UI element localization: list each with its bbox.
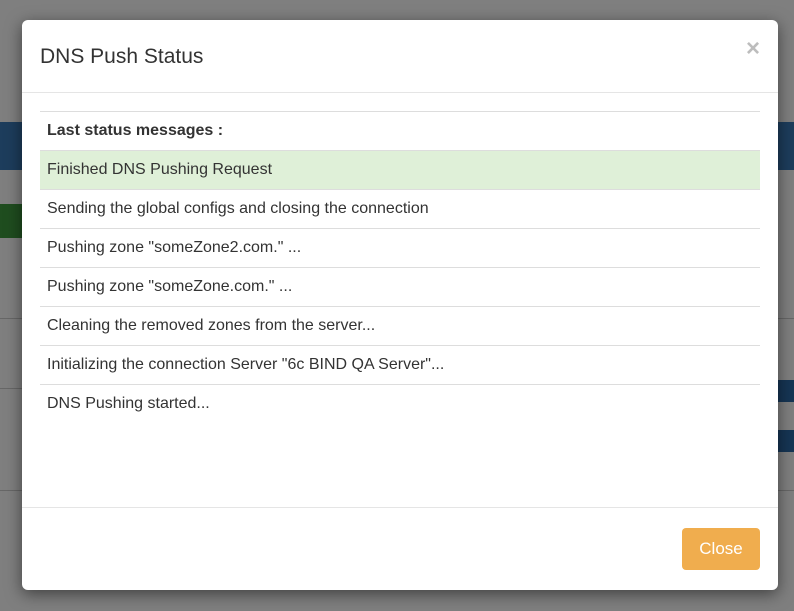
table-row: Initializing the connection Server "6c B… <box>40 345 760 385</box>
table-row: Sending the global configs and closing t… <box>40 189 760 229</box>
status-message: Cleaning the removed zones from the serv… <box>40 306 760 346</box>
table-row: Finished DNS Pushing Request <box>40 150 760 190</box>
table-row: Pushing zone "someZone.com." ... <box>40 267 760 307</box>
modal-footer: Close <box>22 507 778 590</box>
status-message: Pushing zone "someZone.com." ... <box>40 267 760 307</box>
close-button[interactable]: Close <box>682 528 760 570</box>
status-message: Pushing zone "someZone2.com." ... <box>40 228 760 268</box>
table-header-row: Last status messages : <box>40 111 760 151</box>
modal-header: DNS Push Status × <box>22 20 778 93</box>
status-messages-table: Last status messages : Finished DNS Push… <box>40 111 760 423</box>
status-message: DNS Pushing started... <box>47 395 210 412</box>
table-row: DNS Pushing started... <box>40 385 760 424</box>
dns-push-status-dialog: DNS Push Status × Last status messages :… <box>22 20 778 590</box>
status-message: Sending the global configs and closing t… <box>40 189 760 229</box>
status-message: Finished DNS Pushing Request <box>40 150 760 190</box>
status-message: Initializing the connection Server "6c B… <box>40 345 760 385</box>
close-icon[interactable]: × <box>746 37 760 61</box>
table-header: Last status messages : <box>40 111 760 151</box>
modal-title: DNS Push Status <box>40 45 204 68</box>
table-row: Cleaning the removed zones from the serv… <box>40 306 760 346</box>
modal-body: Last status messages : Finished DNS Push… <box>40 111 760 423</box>
table-row: Pushing zone "someZone2.com." ... <box>40 228 760 268</box>
